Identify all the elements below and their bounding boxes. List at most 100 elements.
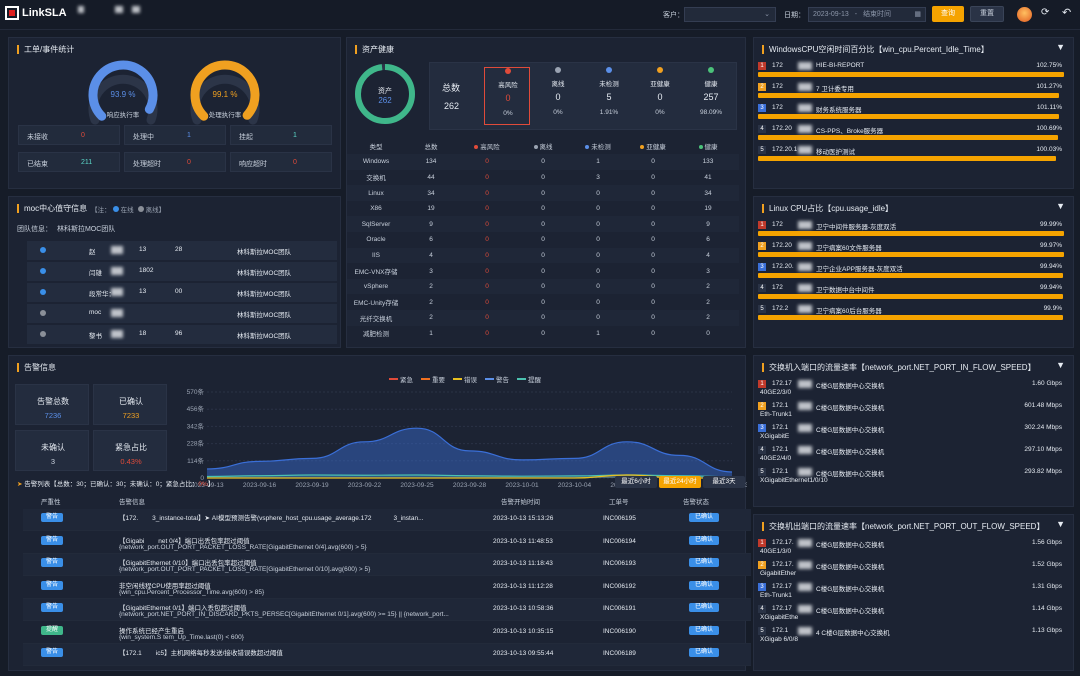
redacted-block: [798, 104, 812, 112]
asset-table-row[interactable]: Linux 34 0 0 0 0 34: [347, 185, 739, 201]
ticket-stat-cell[interactable]: 未接收 0: [18, 125, 120, 145]
alarm-row[interactable]: 警告 【Gigabi net 0/4】端口出丢包率超过阈值 {network_port…: [23, 532, 751, 554]
rank-row[interactable]: 1 172.17 C楼G层数据中心交换机 1.60 Gbps 40GE2/3/0: [758, 378, 1068, 400]
filter-icon[interactable]: ▼: [1056, 201, 1065, 211]
rank-row[interactable]: 2 172.1 C楼G层数据中心交换机 601.48 Mbps Eth-Trunk1: [758, 400, 1068, 422]
legend-item[interactable]: 警告: [485, 374, 509, 384]
asset-table-cell: 0: [651, 236, 655, 244]
rank-row[interactable]: 5 172.1 C楼G层数据中心交换机 293.82 Mbps XGigabitEthe…: [758, 466, 1068, 488]
legend-item[interactable]: 提醒: [517, 374, 541, 384]
ticket-stat-cell[interactable]: 处理中 1: [124, 125, 226, 145]
app-logo[interactable]: LinkSLA: [5, 6, 67, 20]
refresh-icon[interactable]: ⟳: [1041, 7, 1049, 18]
alarm-row[interactable]: 警告 非空闲线程CPU使用率超过阈值 {win_cpu.Percent_Proces…: [23, 577, 751, 599]
query-button[interactable]: 查询: [932, 6, 964, 22]
alarm-status-badge[interactable]: 已确认: [689, 513, 719, 522]
rank-row[interactable]: 5 172.20.1 移动医护测试 100.03%: [758, 144, 1068, 166]
alarm-status-badge[interactable]: 已确认: [689, 558, 719, 567]
summary-column[interactable]: 健康 257 98.09%: [688, 67, 734, 125]
summary-column[interactable]: 高风险 0 0%: [484, 67, 530, 125]
asset-table-row[interactable]: SqlServer 9 0 0 0 0 9: [347, 216, 739, 233]
rank-row[interactable]: 5 172.2 卫宁病案60后台服务器 99.9%: [758, 303, 1068, 325]
alarm-stat-box[interactable]: 未确认 3: [15, 430, 89, 471]
rank-row[interactable]: 3 172.1 C楼G层数据中心交换机 302.24 Mbps XGigabitE: [758, 422, 1068, 444]
summary-column[interactable]: 离线 0 0%: [535, 67, 581, 125]
legend-item[interactable]: 紧急: [389, 374, 413, 384]
rank-desc: C楼G层数据中心交换机: [816, 383, 885, 390]
asset-table-row[interactable]: 交换机 44 0 0 3 0 41: [347, 170, 739, 186]
alarm-row[interactable]: 提醒 操作系统已经产生重启 {win_system.S tem_Up_Time.la…: [23, 622, 751, 644]
rank-row[interactable]: 2 172 7 卫计委专用 101.27%: [758, 81, 1068, 103]
time-range-tab[interactable]: 最近3天: [703, 476, 745, 488]
alarm-status-badge[interactable]: 已确认: [689, 648, 719, 657]
asset-table-cell: 4: [429, 251, 433, 259]
back-icon[interactable]: ↶: [1062, 6, 1071, 19]
alarm-status-badge[interactable]: 已确认: [689, 535, 719, 545]
rank-row[interactable]: 3 172.17 C楼G层数据中心交换机 1.31 Gbps Eth-Trunk1: [758, 581, 1068, 603]
summary-column[interactable]: 未检测 5 1.91%: [586, 67, 632, 125]
time-range-tab[interactable]: 最近6小时: [615, 476, 657, 488]
alarm-stat-box[interactable]: 已确认 7233: [93, 384, 167, 425]
alarm-row[interactable]: 警告 【172.1 ic5】主机网络每秒发送/接收错误数超过阈值 2023-10-13…: [23, 644, 751, 666]
rank-row[interactable]: 1 172 HIE-BI-REPORT 102.75%: [758, 60, 1068, 82]
rank-row[interactable]: 4 172.20 CS-PPS、Broke服务器 100.69%: [758, 123, 1068, 145]
alarm-row[interactable]: 警告 【GigabitEthernet 0/10】端口出丢包率超过阈值 {netwo…: [23, 554, 751, 576]
alarm-row[interactable]: 警告 【172. 3_instance-total】➤ AI模型预测告警(vsphe…: [23, 509, 751, 531]
asset-table-cell: 0: [596, 189, 600, 197]
rank-host: 172.1: [772, 627, 789, 634]
rank-row[interactable]: 1 172 卫宁中间件服务器-灰度双活 99.99%: [758, 219, 1068, 241]
filter-icon[interactable]: ▼: [1056, 42, 1065, 52]
rank-row[interactable]: 3 172.20. 卫宁企业APP服务器-灰度双活 99.94%: [758, 261, 1068, 283]
legend-item[interactable]: 错误: [453, 374, 477, 384]
moc-member-row[interactable]: 赵 13 28 林科斯拉MOC团队: [27, 241, 337, 260]
alarm-col-header: 工单号: [609, 499, 629, 506]
moc-member-row[interactable]: 闫雄 1802 林科斯拉MOC团队: [27, 262, 337, 281]
ticket-stat-cell[interactable]: 已结束 211: [18, 152, 120, 172]
rank-host: 172: [772, 104, 783, 111]
asset-table-row[interactable]: Windows 134 0 0 1 0 133: [347, 154, 739, 170]
alarm-status-badge[interactable]: 已确认: [689, 580, 719, 590]
ticket-stat-cell[interactable]: 响应超时 0: [230, 152, 332, 172]
date-range-input[interactable]: 2023-09-13 - 结束时间 ▦: [808, 7, 926, 22]
alarm-stat-box[interactable]: 紧急占比 0.43%: [93, 430, 167, 471]
time-range-tab[interactable]: 最近24小时: [659, 476, 701, 488]
alarm-status-badge[interactable]: 已确认: [689, 603, 719, 612]
filter-icon[interactable]: ▼: [1056, 360, 1065, 370]
col-dot: [640, 144, 645, 149]
avatar[interactable]: [1017, 7, 1032, 22]
asset-table-row[interactable]: 减肥检测 1 0 0 1 0 0: [347, 326, 739, 342]
alarm-stat-box[interactable]: 告警总数 7236: [15, 384, 89, 425]
moc-member-row[interactable]: 黎书 18 96 林科斯拉MOC团队: [27, 325, 337, 344]
moc-member-row[interactable]: 段常华： 13 00 林科斯拉MOC团队: [27, 283, 337, 302]
filter-icon[interactable]: ▼: [1056, 519, 1065, 529]
summary-column[interactable]: 亚健康 0 0%: [637, 67, 683, 125]
alarm-row[interactable]: 警告 【GigabitEthernet 0/1】端口入丢包超过阈值 {network…: [23, 599, 751, 621]
legend-item[interactable]: 重要: [421, 374, 445, 384]
asset-table-row[interactable]: X86 19 0 0 0 0 19: [347, 201, 739, 217]
rank-row[interactable]: 4 172.1 C楼G层数据中心交换机 297.10 Mbps 40GE2/4/0: [758, 444, 1068, 466]
reset-button[interactable]: 重置: [970, 6, 1004, 22]
customer-select[interactable]: ⌄: [684, 7, 776, 22]
asset-table-row[interactable]: EMC-VNX存储 3 0 0 0 0 3: [347, 263, 739, 279]
rank-row[interactable]: 3 172 财务系统服务器 101.11%: [758, 102, 1068, 124]
alarm-status-badge[interactable]: 已确认: [689, 625, 719, 635]
rank-row[interactable]: 5 172.1 4 C楼G层数据中心交换机 1.13 Gbps XGigab 6/0/8: [758, 625, 1068, 647]
ticket-stat-cell[interactable]: 挂起 1: [230, 125, 332, 145]
asset-table-row[interactable]: 光纤交换机 2 0 0 0 0 2: [347, 310, 739, 326]
rank-row[interactable]: 4 172.17 C楼G层数据中心交换机 1.14 Gbps XGigabitEthe: [758, 603, 1068, 625]
panel-title: 告警信息: [24, 363, 56, 372]
rank-host: 172.1: [772, 402, 789, 409]
rank-row[interactable]: 1 172.17. C楼G层数据中心交换机 1.56 Gbps 40GE1/3/0: [758, 537, 1068, 559]
asset-table-row[interactable]: EMC-Unity存储 2 0 0 0 0 2: [347, 294, 739, 310]
rank-row[interactable]: 4 172 卫宁数据中台中间件 99.94%: [758, 282, 1068, 304]
rank-row[interactable]: 2 172.17. C楼G层数据中心交换机 1.52 Gbps GigabitEther: [758, 559, 1068, 581]
rank-row[interactable]: 2 172.20 卫宁病案60文件服务器 99.97%: [758, 240, 1068, 262]
asset-table-cell: 0: [541, 205, 545, 213]
moc-member-row[interactable]: moc 林科斯拉MOC团队: [27, 304, 337, 323]
asset-table-cell: 9: [706, 220, 710, 228]
asset-table-row[interactable]: vSphere 2 0 0 0 0 2: [347, 278, 739, 295]
asset-table-cell: 0: [651, 220, 655, 228]
asset-table-row[interactable]: Oracle 6 0 0 0 0 6: [347, 232, 739, 248]
asset-table-row[interactable]: IIS 4 0 0 0 0 4: [347, 247, 739, 264]
ticket-stat-cell[interactable]: 处理超时 0: [124, 152, 226, 172]
